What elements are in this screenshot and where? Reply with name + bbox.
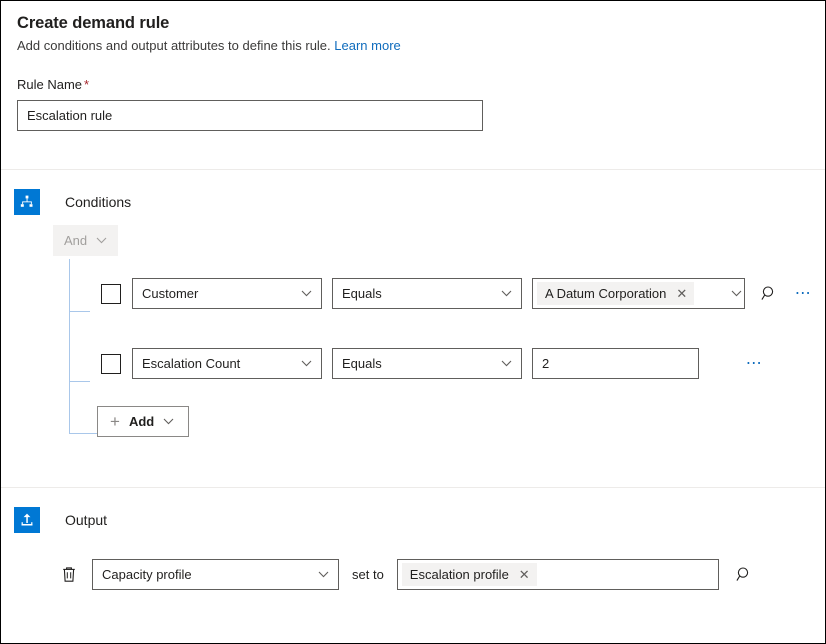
ellipsis-icon[interactable]: ⋯ [742,350,768,378]
rule-name-label: Rule Name* [17,76,809,94]
rule-name-label-text: Rule Name [17,77,82,92]
output-attribute-value: Capacity profile [102,567,192,582]
condition-row: Escalation Count Equals 2 ⋯ [53,348,825,379]
output-value-chip-label: Escalation profile [410,567,509,582]
ellipsis-icon[interactable]: ⋯ [791,280,817,308]
condition-attribute-value: Escalation Count [142,356,240,371]
chevron-down-icon [301,290,312,297]
close-icon[interactable]: ✕ [519,568,530,581]
chevron-down-icon [96,237,107,244]
chevron-down-icon [301,360,312,367]
condition-value-chip: A Datum Corporation ✕ [537,282,694,305]
output-section-header: Output [1,488,825,533]
page-title: Create demand rule [17,12,809,34]
chevron-down-icon [501,290,512,297]
hierarchy-icon [14,189,40,215]
dialog-header: Create demand rule Add conditions and ou… [1,1,825,55]
learn-more-link[interactable]: Learn more [334,38,400,53]
condition-value-input[interactable]: 2 [532,348,699,379]
output-section-title: Output [65,510,107,530]
condition-value-chip-label: A Datum Corporation [545,286,666,301]
plus-icon: + [110,413,120,430]
rule-name-input[interactable] [17,100,483,131]
upload-icon [14,507,40,533]
close-icon[interactable]: ✕ [676,287,687,300]
condition-row: Customer Equals A Datum Corporation ✕ [53,278,825,309]
output-body: Capacity profile set to Escalation profi… [1,533,825,590]
condition-row-checkbox[interactable] [101,354,121,374]
logic-operator-dropdown[interactable]: And [53,225,118,256]
condition-row-checkbox[interactable] [101,284,121,304]
trash-icon[interactable] [56,562,82,588]
condition-operator-dropdown[interactable]: Equals [332,348,522,379]
required-asterisk: * [84,77,89,92]
page-subtitle-text: Add conditions and output attributes to … [17,38,331,53]
add-condition-button[interactable]: + Add [97,406,189,437]
conditions-section-header: Conditions [1,170,825,215]
search-icon[interactable] [755,280,783,308]
chevron-down-icon [163,418,174,425]
tree-branch-row-2 [69,381,90,382]
chevron-down-icon [318,571,329,578]
rule-name-block: Rule Name* [1,55,825,131]
output-value-chip: Escalation profile ✕ [402,563,537,586]
condition-attribute-dropdown[interactable]: Escalation Count [132,348,322,379]
search-icon[interactable] [731,561,759,589]
create-demand-rule-dialog: Create demand rule Add conditions and ou… [0,0,826,644]
output-value-lookup[interactable]: Escalation profile ✕ [397,559,719,590]
condition-operator-dropdown[interactable]: Equals [332,278,522,309]
tree-branch-row-1 [69,311,90,312]
set-to-label: set to [352,567,384,582]
conditions-section-title: Conditions [65,192,131,212]
add-condition-wrapper: + Add [97,406,825,437]
page-subtitle: Add conditions and output attributes to … [17,37,809,55]
chevron-down-icon [501,360,512,367]
add-condition-label: Add [129,414,154,429]
condition-value-text: 2 [542,356,549,371]
condition-value-lookup[interactable]: A Datum Corporation ✕ [532,278,745,309]
condition-attribute-value: Customer [142,286,198,301]
condition-operator-value: Equals [342,356,382,371]
condition-attribute-dropdown[interactable]: Customer [132,278,322,309]
condition-operator-value: Equals [342,286,382,301]
output-attribute-dropdown[interactable]: Capacity profile [92,559,339,590]
logic-operator-label: And [64,233,87,248]
chevron-down-icon[interactable] [731,290,742,297]
conditions-body: And Customer Equals A D [1,215,825,437]
